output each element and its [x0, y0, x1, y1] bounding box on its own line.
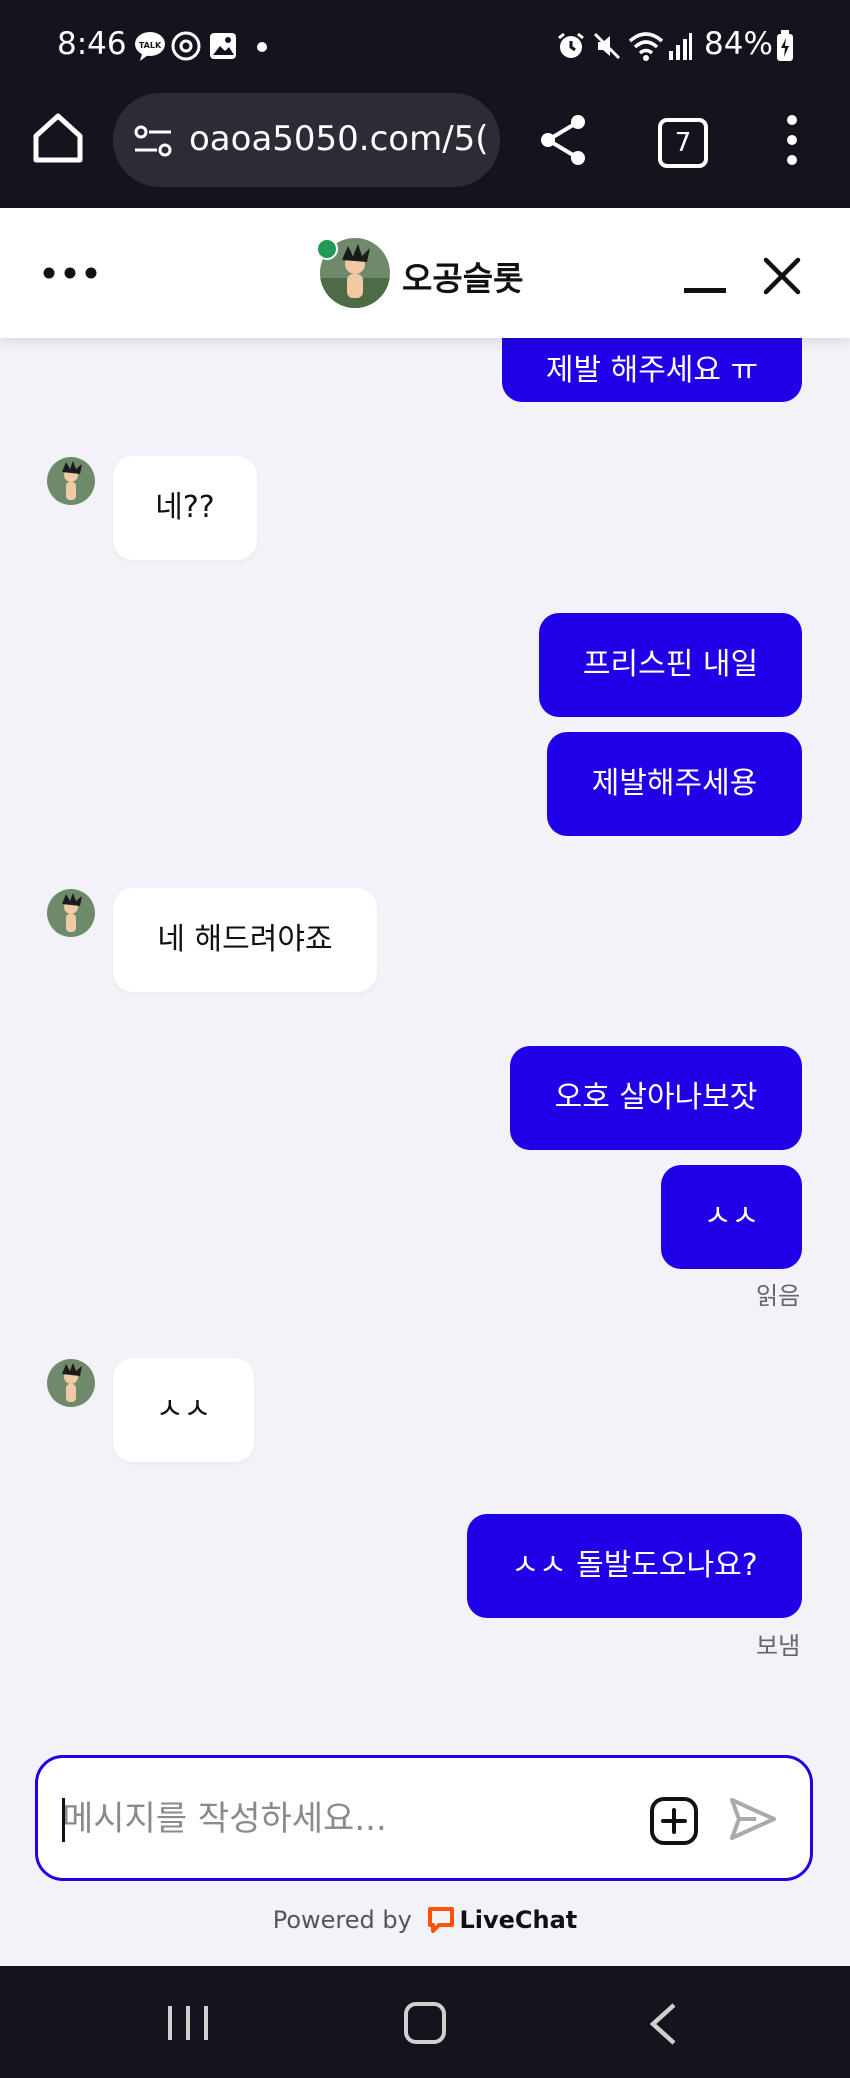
tab-switcher-button[interactable]: 7: [658, 118, 708, 168]
sent-status: 보냄: [756, 1632, 801, 1660]
back-icon[interactable]: [648, 2002, 678, 2046]
wifi-icon: [628, 32, 664, 61]
message-bubble-outgoing: ㅅㅅ 돌발도오나요?: [467, 1514, 802, 1618]
home-icon[interactable]: [28, 108, 88, 168]
battery-charging-icon: [777, 30, 793, 61]
message-bubble-outgoing: 오호 살아나보잣: [510, 1046, 802, 1150]
kakaotalk-icon: TALK: [135, 32, 165, 61]
more-horizontal-icon[interactable]: [42, 266, 98, 280]
more-vertical-icon[interactable]: [784, 114, 800, 166]
message-bubble-outgoing: 프리스핀 내일: [539, 613, 802, 717]
gallery-icon: [210, 33, 236, 59]
minimize-button[interactable]: [684, 288, 726, 293]
message-bubble-outgoing: ㅅㅅ: [661, 1165, 802, 1269]
site-settings-icon[interactable]: [133, 123, 173, 159]
message-bubble-incoming: 네 해드려야죠: [113, 888, 377, 992]
attach-icon[interactable]: [649, 1796, 699, 1846]
message-input[interactable]: [60, 1786, 644, 1852]
status-time: 8:46: [57, 26, 127, 62]
mute-icon: [593, 32, 621, 60]
agent-avatar: [47, 457, 95, 505]
threads-icon: [171, 31, 201, 61]
chat-title: 오공슬롯: [402, 259, 524, 298]
alarm-icon: [558, 32, 584, 58]
signal-icon: [669, 33, 692, 60]
online-status-dot: [316, 238, 338, 260]
powered-by-text: Powered by: [272, 1906, 412, 1934]
message-composer: [35, 1755, 813, 1881]
message-bubble-incoming: ㅅㅅ: [113, 1358, 254, 1462]
chat-header: 오공슬롯: [0, 208, 850, 338]
message-bubble-outgoing: 제발해주세용: [547, 732, 802, 836]
share-icon[interactable]: [536, 112, 590, 168]
svg-text:TALK: TALK: [139, 41, 162, 50]
recents-icon[interactable]: [166, 2004, 210, 2042]
close-icon[interactable]: [762, 256, 802, 296]
message-bubble-incoming: 네??: [113, 456, 257, 560]
battery-percentage: 84%: [704, 26, 773, 62]
livechat-logo-icon: [428, 1907, 455, 1933]
read-status: 읽음: [756, 1282, 801, 1310]
home-nav-icon[interactable]: [404, 2002, 446, 2044]
url-text: oaoa5050.com/5(: [189, 119, 489, 159]
send-icon[interactable]: [728, 1794, 778, 1844]
system-nav-bar: [0, 1966, 850, 2078]
powered-by-brand[interactable]: LiveChat: [459, 1906, 577, 1934]
agent-avatar: [47, 1359, 95, 1407]
powered-by-footer: Powered by LiveChat: [0, 1906, 850, 1934]
browser-top-bar: 8:46 TALK 84% oaoa5050.com/5( 7: [0, 0, 850, 208]
dot-icon: [257, 42, 267, 52]
address-bar[interactable]: oaoa5050.com/5(: [113, 93, 500, 187]
agent-avatar: [47, 889, 95, 937]
text-cursor: [62, 1798, 65, 1842]
